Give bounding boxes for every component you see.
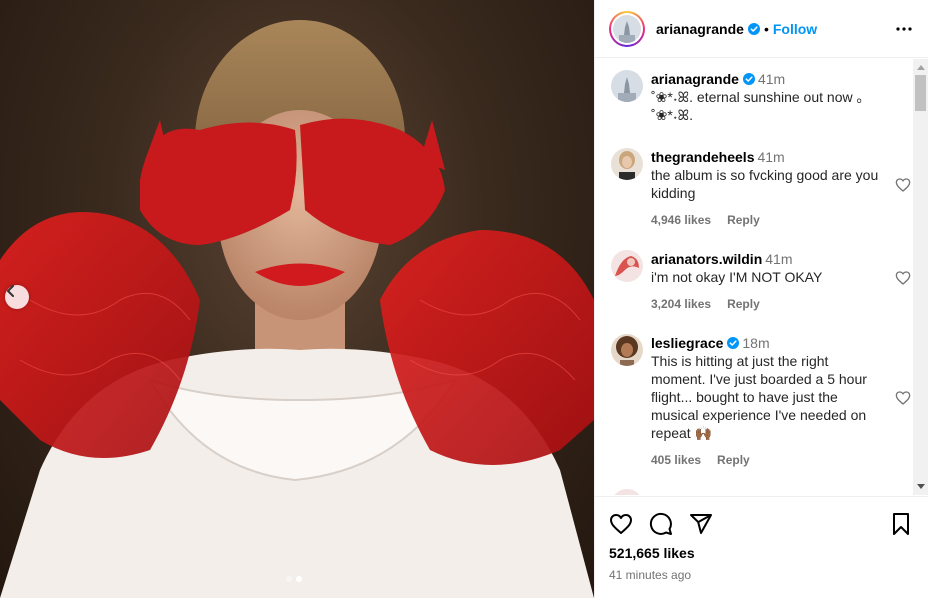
commenter-avatar[interactable] [611,489,643,495]
share-icon[interactable] [689,512,713,536]
comments-scrollbar[interactable] [913,59,928,495]
comment-text: i'm not okay I'M NOT OKAY [651,269,823,285]
reply-button[interactable]: Reply [727,211,760,229]
bookmark-icon[interactable] [889,512,913,536]
comment-text: the album is so fvcking good are you kid… [651,167,879,201]
post-actions: 521,665 likes 41 minutes ago [595,496,928,582]
more-icon [896,26,912,31]
more-options-button[interactable] [892,17,916,41]
comment-likes[interactable]: 3,204 likes [651,295,711,313]
comment-username[interactable]: arianators.wildin [651,251,762,267]
heart-icon[interactable] [895,177,911,193]
author-avatar[interactable] [611,70,643,102]
previous-image-button[interactable] [5,285,29,309]
post-header: arianagrande • Follow [595,0,928,58]
comment-time[interactable]: 41m [765,251,792,267]
scrollbar-thumb[interactable] [915,75,926,111]
post-timestamp[interactable]: 41 minutes ago [609,568,913,582]
scroll-down-arrow[interactable] [917,484,925,489]
post-media[interactable] [0,0,594,598]
heart-icon[interactable] [895,390,911,406]
caption-text: ˚❀*˖ꕤ. eternal sunshine out now ｡ ˚❀*˖ꕤ. [651,89,864,123]
commenter-avatar[interactable] [611,250,643,282]
comment-item: arianators.wildin 41m i'm not okay I'M NO… [611,250,911,313]
carousel-dot [286,576,292,582]
follow-button[interactable]: Follow [773,21,817,37]
author-avatar-ring[interactable] [609,10,645,47]
caption: arianagrande 41m ˚❀*˖ꕤ. eternal sunshine … [611,70,911,124]
comment-likes[interactable]: 4,946 likes [651,211,711,229]
commenter-avatar[interactable] [611,148,643,180]
heart-icon[interactable] [609,512,633,536]
commenter-avatar[interactable] [611,334,643,366]
author-username[interactable]: arianagrande [656,21,744,37]
separator-dot: • [763,20,769,37]
verified-badge-icon [727,337,740,349]
comment-time[interactable]: 18m [742,335,769,351]
like-count[interactable]: 521,665 likes [609,545,913,561]
post-sidebar: arianagrande • Follow arianagrande 41m ˚… [594,0,928,598]
caption-username[interactable]: arianagrande [651,71,739,87]
verified-badge-icon [742,73,755,85]
verified-badge-icon [747,22,760,35]
carousel-dot-active [296,576,302,582]
comment-likes[interactable]: 405 likes [651,451,701,469]
reply-button[interactable]: Reply [717,451,750,469]
scroll-up-arrow[interactable] [917,65,925,70]
chevron-left-icon [7,285,14,297]
comment-username[interactable]: lesliegrace [651,335,723,351]
carousel-indicator [286,576,302,582]
author-avatar [613,14,641,43]
comment-time[interactable]: 41m [757,149,784,165]
comment-icon[interactable] [649,512,673,536]
comment-item: lesliegrace 18m This is hitting at just t… [611,334,911,469]
comment-item: thegrandeheels 41m the album is so fvckin… [611,148,911,229]
caption-time[interactable]: 41m [758,71,785,87]
heart-icon[interactable] [895,270,911,286]
reply-button[interactable]: Reply [727,295,760,313]
comments-list[interactable]: arianagrande 41m ˚❀*˖ꕤ. eternal sunshine … [595,59,928,495]
post-photo [0,20,594,598]
comment-text: This is hitting at just the right moment… [651,353,867,441]
comment-username[interactable]: thegrandeheels [651,149,754,165]
